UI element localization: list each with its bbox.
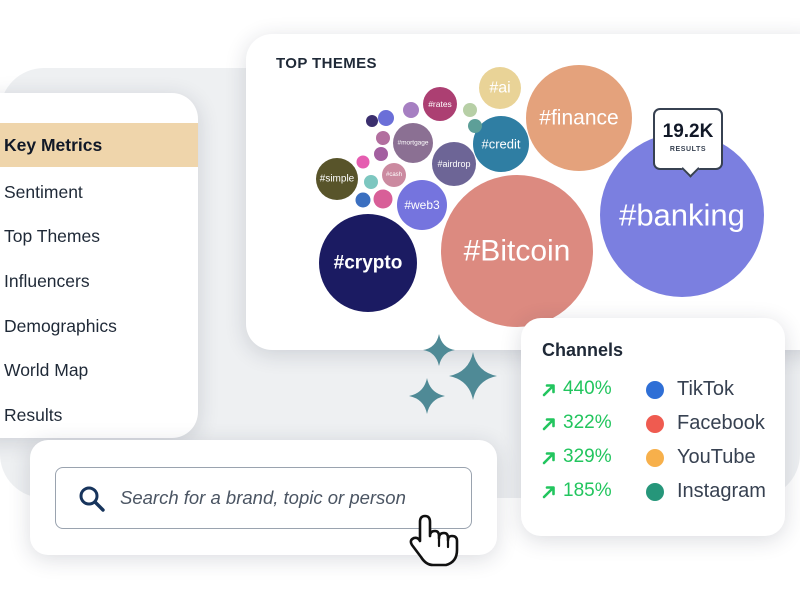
- channel-name: Instagram: [677, 480, 766, 502]
- channels-title: Channels: [542, 340, 624, 360]
- theme-bubble-unlabeled-16[interactable]: [374, 147, 388, 161]
- trend-up-arrow-icon: [542, 384, 555, 397]
- trend-up-arrow-icon: [542, 418, 555, 431]
- sidebar-item-results[interactable]: Results: [0, 393, 198, 437]
- channel-name: TikTok: [677, 378, 735, 400]
- sidebar-item-demographics[interactable]: Demographics: [0, 304, 198, 348]
- theme-bubble-unlabeled-20[interactable]: [373, 189, 393, 209]
- channel-change: 440%: [563, 378, 612, 399]
- search-icon: [79, 486, 105, 512]
- theme-bubble-unlabeled-22[interactable]: [463, 103, 477, 117]
- theme-bubble-label: #web3: [404, 198, 440, 212]
- theme-bubble-label: #airdrop: [437, 159, 470, 169]
- theme-bubble-unlabeled-13[interactable]: [403, 102, 419, 118]
- results-callout[interactable]: 19.2K RESULTS: [653, 108, 723, 178]
- theme-bubble-label: #banking: [619, 198, 745, 233]
- sidebar-item-label: Results: [4, 404, 63, 425]
- sidebar-item-sentiment[interactable]: Sentiment: [0, 170, 198, 214]
- theme-bubble-unlabeled-19[interactable]: [355, 192, 371, 208]
- trend-up-arrow-icon: [542, 486, 555, 499]
- channel-row-facebook[interactable]: 322% Facebook: [541, 409, 781, 439]
- channel-row-youtube[interactable]: 329% YouTube: [541, 443, 781, 473]
- channel-change: 322%: [563, 412, 612, 433]
- sidebar-item-world-map[interactable]: World Map: [0, 348, 198, 392]
- top-themes-card: TOP THEMES #banking #Bitcoin #crypto #finan…: [246, 34, 800, 350]
- theme-bubble-unlabeled-18[interactable]: [364, 175, 378, 189]
- theme-bubble-label: #credit: [481, 137, 520, 152]
- theme-bubble-label: #rates: [428, 99, 452, 109]
- theme-bubble-unlabeled-14[interactable]: [376, 131, 390, 145]
- sparkle-icon: [409, 334, 497, 414]
- sidebar-item-label: Demographics: [4, 315, 117, 336]
- channel-color-dot: [646, 449, 664, 467]
- channel-row-tiktok[interactable]: 440% TikTok: [541, 375, 781, 405]
- sidebar-item-top-themes[interactable]: Top Themes: [0, 214, 198, 258]
- theme-bubble-label: #simple: [320, 174, 355, 185]
- sidebar-item-label: Influencers: [4, 270, 90, 291]
- channel-row-instagram[interactable]: 185% Instagram: [541, 477, 781, 507]
- theme-bubble-unlabeled-21[interactable]: [468, 119, 482, 133]
- theme-bubble-label: #cash: [386, 172, 402, 178]
- theme-bubble-label: #finance: [539, 107, 618, 130]
- channels-card: Channels 440% TikTok 322% Facebook 329% …: [521, 318, 785, 536]
- theme-bubble-unlabeled-12[interactable]: [378, 110, 394, 126]
- hand-pointer-icon: [409, 514, 459, 567]
- sidebar-item-label: Sentiment: [4, 181, 83, 202]
- sidebar-menu: Key Metrics Sentiment Top Themes Influen…: [0, 93, 198, 438]
- theme-bubble-unlabeled-15[interactable]: [366, 115, 378, 127]
- theme-bubble-chart: #banking #Bitcoin #crypto #finance #credit #a…: [316, 65, 764, 327]
- theme-bubble-label: #Bitcoin: [464, 235, 571, 268]
- theme-bubble-label: #ai: [489, 80, 510, 97]
- channel-change: 185%: [563, 480, 612, 501]
- results-label: RESULTS: [669, 146, 707, 153]
- results-count: 19.2K: [662, 121, 714, 142]
- channel-name: YouTube: [677, 446, 756, 468]
- channel-color-dot: [646, 483, 664, 501]
- channel-color-dot: [646, 381, 664, 399]
- theme-bubble-unlabeled-17[interactable]: [356, 155, 370, 169]
- sidebar-item-label: Top Themes: [4, 225, 100, 246]
- sidebar-item-key-metrics[interactable]: Key Metrics: [0, 123, 198, 167]
- channel-name: Facebook: [677, 412, 765, 434]
- theme-bubble-label: #crypto: [334, 253, 403, 274]
- channel-color-dot: [646, 415, 664, 433]
- sidebar-item-label: World Map: [4, 359, 89, 380]
- theme-bubble-label: #mortgage: [397, 140, 428, 147]
- sidebar-item-influencers[interactable]: Influencers: [0, 259, 198, 303]
- sidebar-item-label: Key Metrics: [4, 134, 103, 155]
- trend-up-arrow-icon: [542, 452, 555, 465]
- channel-change: 329%: [563, 446, 612, 467]
